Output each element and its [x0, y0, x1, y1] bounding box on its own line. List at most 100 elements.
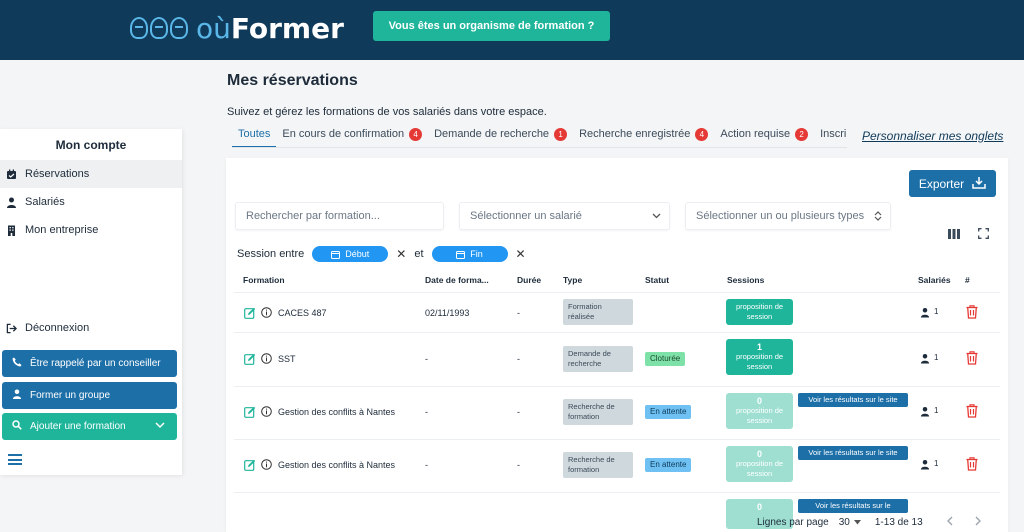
- info-icon[interactable]: [261, 406, 272, 417]
- start-date-picker[interactable]: Début: [312, 246, 389, 262]
- tab-all[interactable]: Toutes: [232, 124, 277, 147]
- table-row: SST - - Demande de recherche Cloturée 1p…: [234, 332, 1000, 386]
- column-header-status[interactable]: Statut: [645, 275, 669, 285]
- employees-count: 1: [920, 459, 938, 470]
- logout-label: Déconnexion: [25, 322, 90, 334]
- user-icon: [12, 389, 22, 402]
- edit-icon[interactable]: [244, 459, 256, 471]
- chevron-left-icon[interactable]: [946, 516, 953, 529]
- training-organization-button[interactable]: Vous êtes un organisme de formation ?: [373, 11, 610, 41]
- session-date-filter: Session entre Début ✕ et Fin ✕: [237, 246, 526, 262]
- sidebar-item-reservations[interactable]: Réservations: [0, 160, 182, 188]
- request-callback-button[interactable]: Être rappelé par un conseiller: [2, 350, 177, 377]
- trash-icon[interactable]: [966, 457, 978, 471]
- logo-prefix: où: [196, 11, 231, 45]
- edit-icon[interactable]: [244, 406, 256, 418]
- button-label: Former un groupe: [30, 390, 111, 401]
- menu-icon[interactable]: [8, 454, 22, 465]
- clear-end-date-icon[interactable]: ✕: [516, 247, 526, 261]
- tab-label: Demande de recherche: [434, 128, 550, 140]
- status-badge: En attente: [645, 458, 692, 472]
- formation-name[interactable]: CACES 487: [278, 308, 327, 318]
- session-proposal-tag[interactable]: proposition de session: [726, 299, 793, 325]
- tab-action-required[interactable]: Action requise 2: [714, 124, 814, 147]
- session-proposal-tag[interactable]: 1 proposition de session: [726, 339, 793, 375]
- sidebar-item-company[interactable]: Mon entreprise: [0, 216, 182, 244]
- session-proposal-tag[interactable]: 0 proposition de session: [726, 393, 793, 429]
- tab-saved-search[interactable]: Recherche enregistrée 4: [573, 124, 714, 147]
- customize-tabs-link[interactable]: Personnaliser mes onglets: [862, 129, 1003, 143]
- view-results-button[interactable]: Voir les résultats sur le site: [798, 393, 908, 407]
- formation-name[interactable]: Gestion des conflits à Nantes: [278, 407, 395, 417]
- column-header-sessions[interactable]: Sessions: [727, 275, 764, 285]
- formation-name[interactable]: Gestion des conflits à Nantes: [278, 460, 395, 470]
- fullscreen-icon[interactable]: [978, 226, 989, 244]
- export-button[interactable]: Exporter: [909, 170, 996, 197]
- table-row: CACES 487 02/11/1993 - Formation réalisé…: [234, 292, 1000, 332]
- type-tag: Recherche de formation: [563, 452, 633, 478]
- info-icon[interactable]: [261, 459, 272, 470]
- calendar-check-icon: [6, 169, 17, 180]
- session-count: 0: [756, 502, 762, 512]
- tab-pending-confirmation[interactable]: En cours de confirmation 4: [276, 124, 428, 147]
- edit-icon[interactable]: [244, 307, 256, 319]
- tab-search-request[interactable]: Demande de recherche 1: [428, 124, 573, 147]
- count-badge: 4: [695, 128, 709, 141]
- search-formation-input[interactable]: Rechercher par formation...: [235, 202, 444, 230]
- caret-down-icon: [853, 517, 861, 528]
- chevron-right-icon[interactable]: [975, 516, 981, 529]
- employees-count: 1: [920, 307, 938, 318]
- column-header-formation[interactable]: Formation: [243, 275, 285, 285]
- table-row: Gestion des conflits à Nantes - - Recher…: [234, 386, 1000, 439]
- sidebar-item-label: Réservations: [25, 168, 90, 180]
- end-date-label: Fin: [470, 249, 483, 259]
- user-icon: [6, 197, 17, 208]
- chevron-down-icon: [155, 421, 165, 432]
- session-count: 0: [756, 449, 762, 459]
- employee-select[interactable]: Sélectionner un salarié: [459, 202, 670, 230]
- user-icon: [920, 406, 930, 417]
- tab-registered[interactable]: Inscri: [814, 124, 847, 147]
- formation-date: -: [425, 354, 428, 364]
- end-date-picker[interactable]: Fin: [431, 246, 508, 262]
- column-header-date[interactable]: Date de forma...: [425, 275, 489, 285]
- view-results-button[interactable]: Voir les résultats sur le site: [798, 446, 908, 460]
- clear-start-date-icon[interactable]: ✕: [396, 247, 406, 261]
- add-training-button[interactable]: Ajouter une formation: [2, 413, 177, 440]
- session-proposal-tag[interactable]: 0 proposition de session: [726, 446, 793, 482]
- info-icon[interactable]: [261, 353, 272, 364]
- types-select[interactable]: Sélectionner un ou plusieurs types: [685, 202, 891, 230]
- reservations-card: Exporter Rechercher par formation... Sél…: [226, 158, 1008, 532]
- train-group-button[interactable]: Former un groupe: [2, 382, 177, 409]
- info-icon[interactable]: [261, 307, 272, 318]
- export-label: Exporter: [918, 176, 965, 191]
- sidebar-title: Mon compte: [55, 138, 127, 152]
- button-label: Ajouter une formation: [30, 421, 126, 432]
- view-results-button[interactable]: Voir les résultats sur le: [798, 499, 908, 513]
- tab-label: Action requise: [720, 128, 791, 140]
- column-header-type[interactable]: Type: [563, 275, 582, 285]
- columns-icon[interactable]: [948, 226, 960, 244]
- table-row: Gestion des conflits à Nantes - - Recher…: [234, 439, 1000, 492]
- column-header-employees[interactable]: Salariés: [918, 275, 951, 285]
- user-icon: [920, 307, 930, 318]
- ouformer-logo[interactable]: où Former: [130, 8, 344, 48]
- column-header-duration[interactable]: Durée: [517, 275, 541, 285]
- trash-icon[interactable]: [966, 404, 978, 418]
- formation-name[interactable]: SST: [278, 354, 296, 364]
- logout-link[interactable]: Déconnexion: [6, 322, 89, 334]
- sort-arrows-icon: [874, 211, 882, 224]
- trash-icon[interactable]: [966, 305, 978, 319]
- edit-icon[interactable]: [244, 353, 256, 365]
- column-header-actions: #: [965, 275, 970, 285]
- chevron-down-icon: [652, 211, 661, 222]
- session-label: proposition de session: [735, 302, 784, 321]
- search-icon: [12, 420, 22, 433]
- trash-icon[interactable]: [966, 351, 978, 365]
- session-label: proposition de session: [735, 406, 784, 425]
- download-icon: [972, 176, 986, 192]
- employee-count: 1: [934, 353, 939, 362]
- rows-per-page-select[interactable]: 30: [839, 517, 861, 528]
- status-badge: Cloturée: [645, 352, 686, 366]
- sidebar-item-employees[interactable]: Salariés: [0, 188, 182, 216]
